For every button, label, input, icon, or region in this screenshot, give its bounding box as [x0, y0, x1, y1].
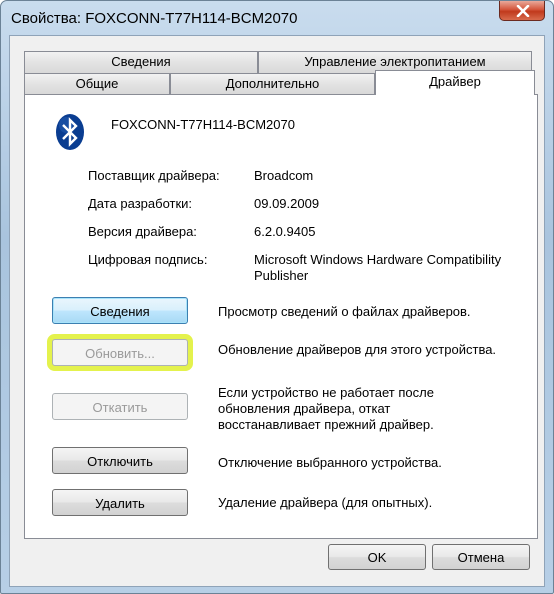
title-bar[interactable]: Свойства: FOXCONN-T77H114-BCM2070 — [1, 1, 553, 35]
tab-label: Общие — [75, 76, 119, 91]
cancel-button[interactable]: Отмена — [432, 544, 530, 570]
driver-provider-value: Broadcom — [254, 168, 314, 183]
dialog-client-area: Сведения Управление электропитанием Общи… — [9, 35, 545, 587]
ok-button[interactable]: OK — [328, 544, 426, 570]
digital-signature-value: Microsoft Windows Hardware Compatibility… — [254, 252, 502, 283]
bluetooth-icon — [56, 114, 84, 150]
tab-general[interactable]: Общие — [24, 73, 170, 94]
tab-driver[interactable]: Драйвер — [375, 70, 535, 95]
driver-provider-label: Поставщик драйвера: — [88, 168, 220, 183]
driver-tab-panel: FOXCONN-T77H114-BCM2070 Поставщик драйве… — [24, 94, 538, 539]
driver-version-label: Версия драйвера: — [88, 224, 197, 239]
tab-label: Сведения — [111, 54, 171, 69]
driver-date-value: 09.09.2009 — [254, 196, 320, 211]
rollback-description-line-1: Если устройство не работает после — [218, 385, 434, 400]
tab-advanced[interactable]: Дополнительно — [170, 73, 375, 94]
rollback-description-line-3: восстанавливает прежний драйвер. — [218, 417, 434, 432]
rollback-driver-button[interactable]: Откатить — [52, 393, 188, 420]
driver-details-description: Просмотр сведений о файлах драйверов. — [218, 304, 471, 319]
rollback-description-line-2: обновления драйвера, откат — [218, 401, 391, 416]
digital-signature-label: Цифровая подпись: — [88, 252, 208, 267]
tab-details[interactable]: Сведения — [24, 51, 258, 73]
tab-label: Драйвер — [429, 74, 481, 89]
disable-device-button[interactable]: Отключить — [52, 447, 188, 474]
disable-device-description: Отключение выбранного устройства. — [218, 455, 442, 470]
driver-date-label: Дата разработки: — [88, 196, 193, 211]
uninstall-driver-button[interactable]: Удалить — [52, 489, 188, 516]
tab-label: Управление электропитанием — [304, 54, 486, 69]
driver-version-value: 6.2.0.9405 — [254, 224, 316, 239]
window-title: Свойства: FOXCONN-T77H114-BCM2070 — [11, 10, 298, 27]
update-driver-button[interactable]: Обновить... — [52, 339, 188, 366]
driver-details-button[interactable]: Сведения — [52, 297, 188, 324]
close-button[interactable] — [499, 1, 545, 21]
device-name: FOXCONN-T77H114-BCM2070 — [111, 117, 295, 132]
tab-label: Дополнительно — [225, 76, 320, 91]
close-icon — [516, 5, 530, 17]
properties-window: Свойства: FOXCONN-T77H114-BCM2070 Сведен… — [0, 0, 554, 594]
update-driver-description: Обновление драйверов для этого устройств… — [218, 342, 497, 357]
uninstall-driver-description: Удаление драйвера (для опытных). — [218, 495, 433, 510]
